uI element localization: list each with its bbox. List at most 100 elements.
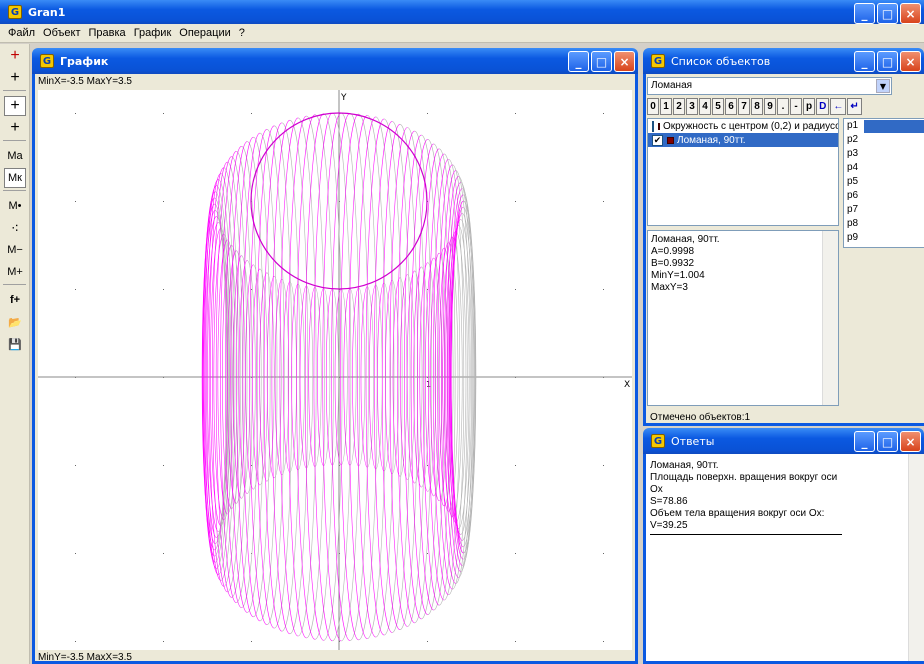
object-type-value: Ломаная xyxy=(651,80,693,91)
maximize-button[interactable]: □ xyxy=(877,3,898,24)
grid-dot xyxy=(603,289,604,290)
objects-close-button[interactable]: × xyxy=(900,51,921,72)
key-d[interactable]: D xyxy=(816,98,830,115)
key-9[interactable]: 9 xyxy=(764,98,776,115)
graph-close-button[interactable]: × xyxy=(614,51,635,72)
graph-canvas[interactable]: XY1 xyxy=(38,90,632,650)
scale-ma-icon[interactable]: Ma xyxy=(4,146,26,166)
menu-edit[interactable]: Правка xyxy=(85,27,130,39)
param-row[interactable]: p2 xyxy=(844,133,924,147)
grid-dot xyxy=(251,641,252,642)
key-8[interactable]: 8 xyxy=(751,98,763,115)
answers-text: Ломаная, 90тт. Площадь поверхн. вращения… xyxy=(650,460,850,535)
info-line: B=0.9932 xyxy=(651,258,695,269)
key-1[interactable]: 1 xyxy=(660,98,672,115)
key-7[interactable]: 7 xyxy=(738,98,750,115)
grid-dot xyxy=(75,113,76,114)
param-label: p1 xyxy=(847,120,859,131)
graph-window-buttons: _ □ × xyxy=(568,51,635,72)
grid-dot xyxy=(163,201,164,202)
param-label: p3 xyxy=(847,148,859,159)
param-label: p6 xyxy=(847,190,859,201)
object-type-select[interactable]: Ломаная ▼ xyxy=(647,77,892,95)
backspace-icon[interactable]: ← xyxy=(830,98,847,115)
close-button[interactable]: × xyxy=(900,3,921,24)
answer-line: Объем тела вращения вокруг оси Ox: xyxy=(650,508,825,519)
param-label: p7 xyxy=(847,204,859,215)
answers-close-button[interactable]: × xyxy=(900,431,921,452)
key-p[interactable]: p xyxy=(803,98,816,115)
grid-dot xyxy=(515,201,516,202)
app-window-buttons: _ □ × xyxy=(854,3,921,24)
answer-line: Площадь поверхн. вращения вокруг оси Ox xyxy=(650,472,838,495)
param-row[interactable]: p8 xyxy=(844,217,924,231)
zoom-out-icon[interactable]: M− xyxy=(4,240,26,260)
x-axis-label: X xyxy=(624,380,630,390)
zoom-in-icon[interactable]: M+ xyxy=(4,262,26,282)
param-row[interactable]: p7 xyxy=(844,203,924,217)
key-minus[interactable]: - xyxy=(790,98,802,115)
graph-title: График xyxy=(60,54,109,68)
menu-graph[interactable]: График xyxy=(130,27,176,39)
param-value-field[interactable] xyxy=(864,119,924,133)
menu-object[interactable]: Объект xyxy=(39,27,84,39)
answers-minimize-button[interactable]: _ xyxy=(854,431,875,452)
param-row[interactable]: p9 xyxy=(844,231,924,245)
answers-maximize-button[interactable]: □ xyxy=(877,431,898,452)
points-icon[interactable]: ⁖ xyxy=(4,218,26,238)
axes-red-icon[interactable]: + xyxy=(4,46,26,66)
left-toolbar: + + + + Ma Mк M• ⁖ M− M+ f+ 📂 💾 xyxy=(0,44,30,664)
info-line: MinY=1.004 xyxy=(651,270,705,281)
objects-window: Ломаная ▼ 0 1 2 3 4 5 6 7 8 9 . - p D ← … xyxy=(643,74,924,426)
object-list-item[interactable]: Окружность с центром (0,2) и радиусом 1 xyxy=(648,119,838,133)
objects-minimize-button[interactable]: _ xyxy=(854,51,875,72)
axes-origin-icon[interactable]: + xyxy=(4,96,26,116)
key-0[interactable]: 0 xyxy=(647,98,659,115)
grid-dot xyxy=(163,289,164,290)
key-6[interactable]: 6 xyxy=(725,98,737,115)
object-label: Ломаная, 90тт. xyxy=(677,134,746,146)
key-5[interactable]: 5 xyxy=(712,98,724,115)
grid-dot xyxy=(603,465,604,466)
object-list-item-selected[interactable]: ✔ Ломаная, 90тт. xyxy=(648,133,838,147)
param-row[interactable]: p6 xyxy=(844,189,924,203)
add-function-icon[interactable]: f+ xyxy=(4,290,26,310)
enter-icon[interactable]: ↵ xyxy=(847,98,862,115)
grid-dot xyxy=(75,641,76,642)
key-3[interactable]: 3 xyxy=(686,98,698,115)
object-list[interactable]: Окружность с центром (0,2) и радиусом 1 … xyxy=(647,118,839,226)
key-2[interactable]: 2 xyxy=(673,98,685,115)
grid-dot xyxy=(515,465,516,466)
menu-operations[interactable]: Операции xyxy=(175,27,234,39)
graph-maximize-button[interactable]: □ xyxy=(591,51,612,72)
grid-dot xyxy=(603,553,604,554)
scale-mk-icon[interactable]: Mк xyxy=(4,168,26,188)
param-row[interactable]: p1 xyxy=(844,119,924,133)
param-row[interactable]: p5 xyxy=(844,175,924,189)
answers-scrollbar[interactable] xyxy=(908,454,924,661)
menu-help[interactable]: ? xyxy=(235,27,249,39)
minimize-button[interactable]: _ xyxy=(854,3,875,24)
info-scrollbar[interactable] xyxy=(822,231,838,405)
objects-maximize-button[interactable]: □ xyxy=(877,51,898,72)
param-row[interactable]: p3 xyxy=(844,147,924,161)
answers-window-icon: G xyxy=(651,434,665,448)
param-row[interactable]: p4 xyxy=(844,161,924,175)
key-dot[interactable]: . xyxy=(777,98,789,115)
object-label: Окружность с центром (0,2) и радиусом 1 xyxy=(663,120,838,132)
axes-icon[interactable]: + xyxy=(4,68,26,88)
key-4[interactable]: 4 xyxy=(699,98,711,115)
menu-file[interactable]: Файл xyxy=(4,27,39,39)
grid-dot xyxy=(427,113,428,114)
graph-minimize-button[interactable]: _ xyxy=(568,51,589,72)
grid-dot xyxy=(603,201,604,202)
object-checkbox[interactable] xyxy=(652,120,654,132)
save-icon[interactable]: 💾 xyxy=(4,334,26,354)
grid-dot xyxy=(75,465,76,466)
open-folder-icon[interactable]: 📂 xyxy=(4,312,26,332)
object-checkbox-checked[interactable]: ✔ xyxy=(652,134,663,146)
chevron-down-icon[interactable]: ▼ xyxy=(876,79,890,93)
grid-dot xyxy=(515,113,516,114)
axes-small-icon[interactable]: + xyxy=(4,118,26,138)
marker-icon[interactable]: M• xyxy=(4,196,26,216)
